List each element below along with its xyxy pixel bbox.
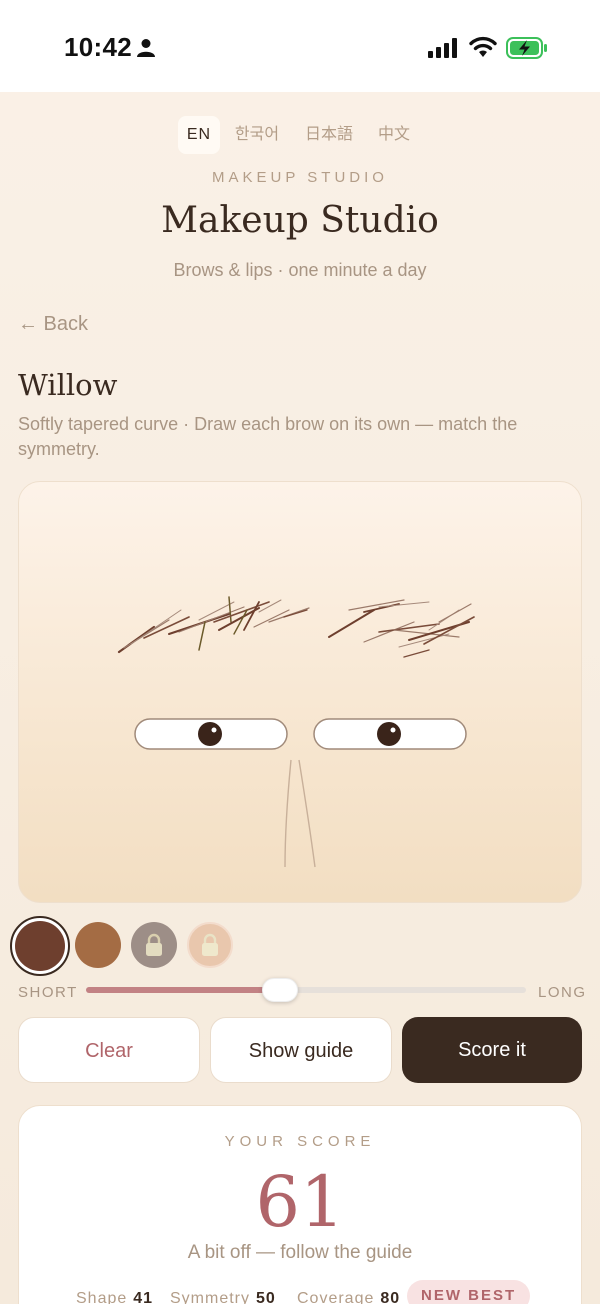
lang-zh[interactable]: 中文 — [372, 116, 416, 154]
swatch-dark-brown[interactable] — [10, 916, 70, 976]
face-illustration — [117, 596, 475, 868]
nose-right-line — [298, 759, 316, 868]
lang-en[interactable]: EN — [178, 116, 220, 154]
app-overline: MAKEUP STUDIO — [212, 169, 388, 186]
battery-charging-icon — [506, 37, 547, 59]
swatch-warm-brown[interactable] — [75, 922, 121, 968]
length-slider-thumb[interactable] — [261, 978, 298, 1002]
length-slider-fill — [86, 987, 280, 993]
metric-shape: Shape 41 — [76, 1290, 154, 1304]
drawing-canvas[interactable] — [18, 481, 582, 903]
metric-symmetry: Symmetry 50 — [170, 1290, 276, 1304]
person-icon — [137, 39, 155, 57]
status-bar: 10:42 — [0, 0, 600, 92]
lock-icon — [202, 933, 218, 956]
length-max-label: LONG — [538, 984, 587, 1001]
cellular-signal-icon — [428, 38, 457, 58]
left-brow-strokes — [117, 596, 310, 654]
language-switcher: EN 한국어 日本語 中文 — [0, 116, 600, 154]
left-pupil — [198, 722, 222, 746]
lock-icon — [146, 933, 162, 956]
swatch-blonde-locked[interactable] — [187, 922, 233, 968]
length-slider-row: SHORT LONG — [0, 978, 600, 1006]
score-label: YOUR SCORE — [224, 1133, 376, 1150]
style-description: Softly tapered curve · Draw each brow on… — [18, 414, 518, 459]
score-message: A bit off — follow the guide — [187, 1242, 413, 1263]
new-best-badge: NEW BEST — [407, 1280, 531, 1304]
nose-left-line — [284, 759, 292, 868]
back-link[interactable]: ← Back — [18, 313, 88, 336]
page-title: Makeup Studio — [161, 200, 439, 241]
page-subtitle: Brows & lips · one minute a day — [173, 260, 427, 280]
show-guide-button[interactable]: Show guide — [210, 1017, 392, 1083]
right-brow-strokes — [328, 599, 475, 658]
score-metrics: Shape 41 Symmetry 50 Coverage 80 NEW BEST — [19, 1280, 581, 1304]
score-value: 61 — [255, 1161, 345, 1243]
color-swatches — [10, 916, 250, 976]
length-min-label: SHORT — [18, 984, 78, 1001]
swatch-taupe-locked[interactable] — [131, 922, 177, 968]
length-slider-track[interactable] — [86, 987, 526, 993]
metric-coverage: Coverage 80 — [297, 1290, 401, 1304]
right-pupil — [377, 722, 401, 746]
score-card: YOUR SCORE 61 A bit off — follow the gui… — [18, 1105, 582, 1304]
status-time: 10:42 — [64, 32, 132, 62]
style-name: Willow — [18, 368, 118, 402]
clear-button[interactable]: Clear — [18, 1017, 200, 1083]
score-button[interactable]: Score it — [402, 1017, 582, 1083]
lang-ja[interactable]: 日本語 — [300, 116, 358, 154]
wifi-icon — [469, 36, 497, 57]
lang-ko[interactable]: 한국어 — [230, 116, 284, 154]
